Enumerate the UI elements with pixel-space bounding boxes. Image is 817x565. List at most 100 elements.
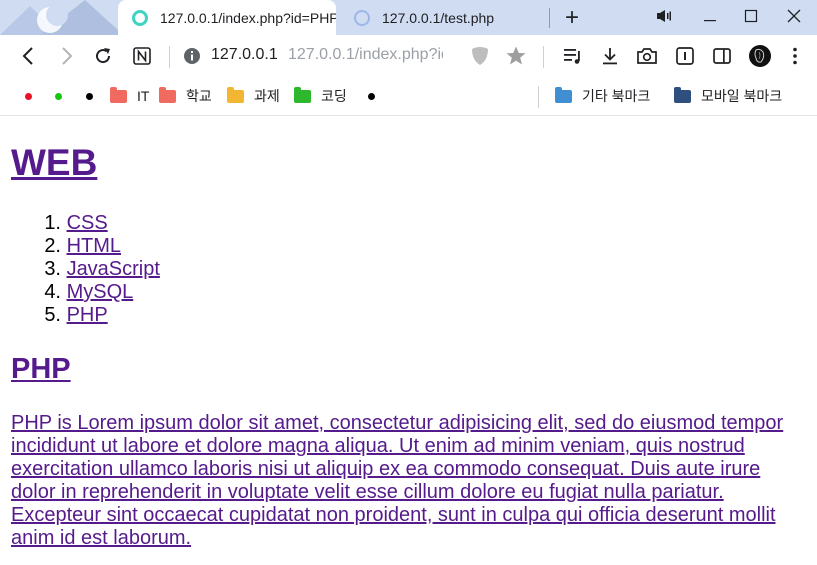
topic-link-php[interactable]: PHP: [67, 304, 108, 327]
web-heading-link[interactable]: WEB: [11, 142, 97, 183]
maximize-icon: [744, 9, 758, 23]
red-dot-icon: [25, 92, 32, 100]
bookmark-black-dot[interactable]: [86, 78, 93, 114]
green-dot-icon: [55, 92, 62, 100]
list-item: 5. PHP: [11, 304, 160, 327]
folder-icon: [674, 86, 691, 103]
arrow-left-icon: [22, 47, 33, 65]
folder-icon: [555, 86, 572, 103]
bookmark-folder-mobile[interactable]: 모바일 북마크: [674, 78, 782, 114]
reader-mode-button[interactable]: [672, 43, 698, 69]
tab-loading-icon: [354, 9, 370, 26]
address-bar-input[interactable]: 127.0.0.1/index.php?id=PHP: [288, 46, 443, 64]
bookmark-folder-label: 코딩: [321, 88, 347, 104]
folder-icon: [294, 86, 311, 103]
black-dot-icon: [86, 92, 93, 100]
bookmark-folder-label: 과제: [254, 88, 280, 104]
minimize-icon: [704, 20, 716, 22]
download-icon: [603, 48, 617, 65]
list-item-number: 4.: [44, 281, 61, 303]
list-item: 2. HTML: [11, 235, 160, 258]
toolbar-divider: [543, 46, 544, 68]
playlist-button[interactable]: [560, 43, 586, 69]
forward-button[interactable]: [53, 43, 79, 69]
media-control-button[interactable]: [641, 0, 687, 32]
list-item: 1. CSS: [11, 212, 160, 235]
topic-link-javascript[interactable]: JavaScript: [67, 258, 160, 281]
section-heading: PHP: [11, 352, 71, 386]
profile-button[interactable]: [747, 43, 773, 69]
back-button[interactable]: [16, 43, 42, 69]
bookmark-folder-label: IT: [137, 88, 150, 104]
topic-link-html[interactable]: HTML: [67, 235, 121, 258]
bookmark-green-dot[interactable]: [55, 78, 62, 114]
minimize-button[interactable]: [687, 0, 733, 32]
list-item-number: 1.: [44, 212, 61, 234]
tab-title: 127.0.0.1/index.php?id=PHP: [160, 9, 336, 26]
list-item: 3. JavaScript: [11, 258, 160, 281]
camera-icon: [637, 48, 657, 64]
tab-divider: [549, 8, 550, 28]
tab-strip: 127.0.0.1/index.php?id=PHP 127.0.0.1/tes…: [0, 0, 817, 35]
star-icon: [506, 46, 526, 65]
page-title: WEB: [11, 140, 97, 186]
site-info-icon[interactable]: [183, 47, 201, 65]
browser-toolbar: 127.0.0.1 127.0.0.1/index.php?id=PHP: [0, 35, 817, 78]
maximize-button[interactable]: [728, 0, 774, 32]
folder-icon: [227, 86, 244, 103]
arrow-right-icon: [62, 47, 73, 65]
notion-icon: [133, 47, 151, 65]
folder-icon: [110, 86, 127, 103]
side-panel-button[interactable]: [709, 43, 735, 69]
bookmark-folder-school[interactable]: 학교: [159, 78, 212, 114]
kebab-menu-icon: [793, 47, 797, 65]
shield-icon: [472, 47, 488, 65]
bookmark-red-dot[interactable]: [25, 78, 32, 114]
download-button[interactable]: [597, 43, 623, 69]
bookmark-star-button[interactable]: [503, 43, 529, 69]
list-item: 4. MySQL: [11, 281, 160, 304]
browser-wallpaper-decoration: [0, 0, 118, 35]
bookmark-folder-coding[interactable]: 코딩: [294, 78, 347, 114]
close-window-button[interactable]: [771, 0, 817, 32]
side-panel-icon: [713, 48, 731, 64]
extension-n-button[interactable]: [129, 43, 155, 69]
bookmarks-divider: [538, 86, 539, 108]
bookmark-folder-label: 기타 북마크: [582, 88, 651, 104]
reader-icon: [676, 47, 694, 65]
avatar: [749, 45, 771, 67]
bookmark-folder-it[interactable]: IT: [110, 78, 149, 114]
shield-button[interactable]: [467, 43, 493, 69]
topic-list: 1. CSS 2. HTML 3. JavaScript 4. MySQL 5.…: [11, 212, 160, 327]
bookmark-folder-assignment[interactable]: 과제: [227, 78, 280, 114]
bookmark-black-dot-2[interactable]: [368, 78, 375, 114]
screenshot-button[interactable]: [634, 43, 660, 69]
bookmark-folder-other[interactable]: 기타 북마크: [555, 78, 650, 114]
speaker-icon: [657, 10, 671, 22]
reload-icon: [96, 48, 111, 64]
topic-link-mysql[interactable]: MySQL: [67, 281, 134, 304]
tab-loading-icon: [132, 9, 148, 26]
description-paragraph: PHP is Lorem ipsum dolor sit amet, conse…: [11, 412, 801, 550]
topic-link-css[interactable]: CSS: [67, 212, 108, 235]
black-dot-icon: [368, 92, 375, 100]
folder-icon: [159, 86, 176, 103]
tab-test-php[interactable]: 127.0.0.1/test.php: [340, 0, 545, 35]
php-heading-link[interactable]: PHP: [11, 353, 71, 385]
address-host[interactable]: 127.0.0.1: [211, 46, 278, 64]
close-icon: [787, 9, 801, 23]
description-link[interactable]: PHP is Lorem ipsum dolor sit amet, conse…: [11, 412, 783, 549]
bookmark-folder-label: 학교: [186, 88, 212, 104]
tab-index-php[interactable]: 127.0.0.1/index.php?id=PHP: [118, 0, 336, 35]
list-item-number: 3.: [44, 258, 61, 280]
bookmarks-bar: IT 학교 과제 코딩 기타 북마크 모바일 북마크: [0, 78, 817, 116]
playlist-icon: [564, 49, 580, 64]
toolbar-divider: [169, 46, 170, 68]
bookmark-folder-label: 모바일 북마크: [701, 88, 783, 104]
new-tab-button[interactable]: +: [561, 6, 583, 30]
reload-button[interactable]: [90, 43, 116, 69]
list-item-number: 2.: [44, 235, 61, 257]
tab-title: 127.0.0.1/test.php: [382, 9, 495, 26]
list-item-number: 5.: [44, 304, 61, 326]
menu-button[interactable]: [782, 43, 808, 69]
